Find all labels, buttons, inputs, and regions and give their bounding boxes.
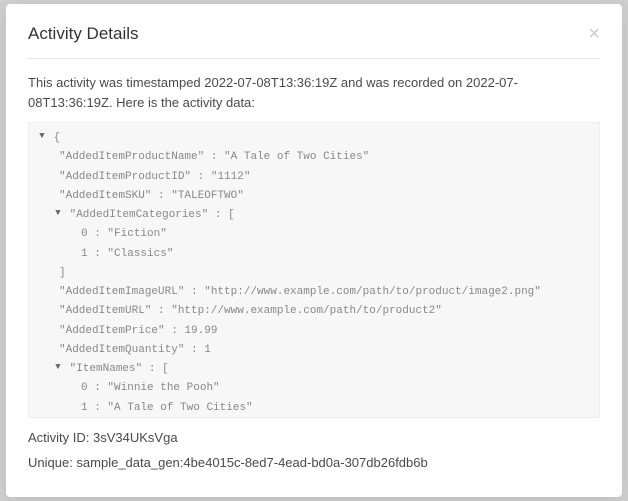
unique-value: sample_data_gen:4be4015c-8ed7-4ead-bd0a-… bbox=[76, 455, 427, 470]
json-array-item: 0 : "Fiction" bbox=[37, 225, 591, 244]
json-row: "AddedItemProductName" : "A Tale of Two … bbox=[37, 148, 591, 167]
modal-header: Activity Details × bbox=[28, 24, 600, 44]
toggle-icon[interactable]: ▼ bbox=[53, 206, 63, 222]
activity-details-modal: Activity Details × This activity was tim… bbox=[6, 4, 622, 497]
json-array-item: 1 : "A Tale of Two Cities" bbox=[37, 399, 591, 418]
activity-id-line: Activity ID: 3sV34UKsVga bbox=[28, 430, 600, 445]
activity-description: This activity was timestamped 2022-07-08… bbox=[28, 73, 600, 112]
json-row: "AddedItemQuantity" : 1 bbox=[37, 341, 591, 360]
unique-line: Unique: sample_data_gen:4be4015c-8ed7-4e… bbox=[28, 455, 600, 470]
json-array-item: 1 : "Classics" bbox=[37, 245, 591, 264]
json-row: "AddedItemProductID" : "1112" bbox=[37, 168, 591, 187]
close-icon[interactable]: × bbox=[588, 24, 600, 44]
json-row: "AddedItemURL" : "http://www.example.com… bbox=[37, 302, 591, 321]
toggle-icon[interactable]: ▼ bbox=[37, 129, 47, 145]
json-row-array: ▼ "ItemNames" : [ bbox=[37, 360, 591, 379]
activity-id-label: Activity ID: bbox=[28, 430, 93, 445]
json-row: "AddedItemPrice" : 19.99 bbox=[37, 322, 591, 341]
unique-label: Unique: bbox=[28, 455, 76, 470]
json-row: "AddedItemImageURL" : "http://www.exampl… bbox=[37, 283, 591, 302]
json-root-open: ▼ { bbox=[37, 129, 591, 148]
toggle-icon[interactable]: ▼ bbox=[53, 360, 63, 376]
modal-title: Activity Details bbox=[28, 24, 139, 44]
json-row-array: ▼ "AddedItemCategories" : [ bbox=[37, 206, 591, 225]
divider bbox=[28, 58, 600, 59]
json-row: "AddedItemSKU" : "TALEOFTWO" bbox=[37, 187, 591, 206]
json-array-close: ] bbox=[37, 264, 591, 283]
activity-id-value: 3sV34UKsVga bbox=[93, 430, 178, 445]
json-array-item: 0 : "Winnie the Pooh" bbox=[37, 379, 591, 398]
json-viewer: ▼ { "AddedItemProductName" : "A Tale of … bbox=[28, 122, 600, 418]
